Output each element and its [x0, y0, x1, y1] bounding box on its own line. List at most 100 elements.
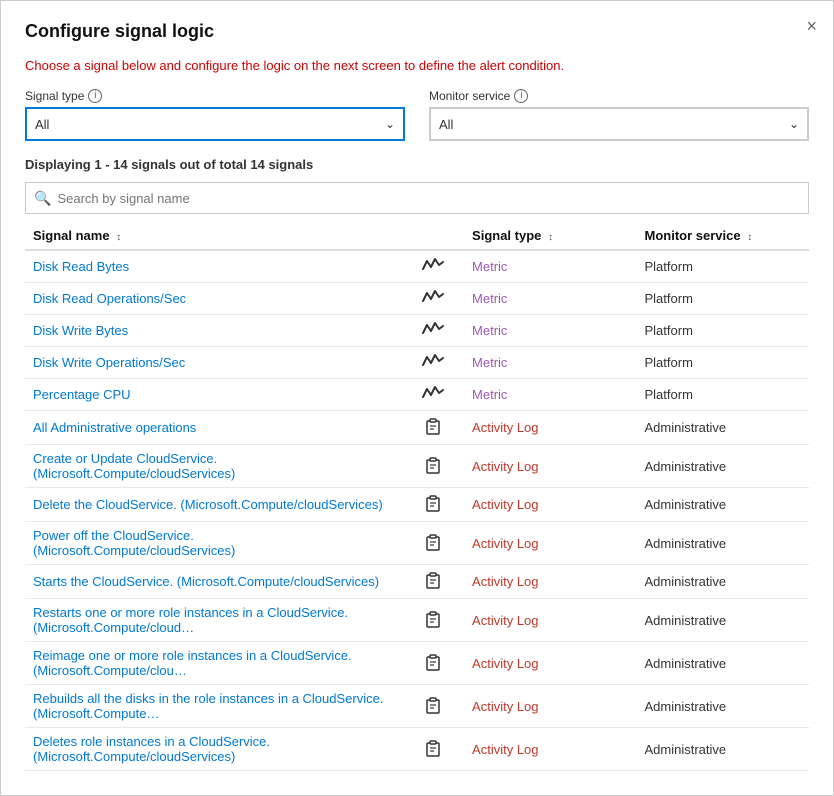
metric-icon — [401, 315, 464, 347]
signal-name-link[interactable]: Rebuilds all the disks in the role insta… — [33, 691, 383, 721]
signal-type-cell: Metric — [464, 379, 636, 411]
signal-type-cell: Activity Log — [464, 685, 636, 728]
signal-type-cell: Activity Log — [464, 445, 636, 488]
table-row[interactable]: Disk Read Bytes MetricPlatform — [25, 250, 809, 283]
monitor-service-cell: Platform — [637, 283, 810, 315]
search-box: 🔍 — [25, 182, 809, 214]
signal-name-link[interactable]: Percentage CPU — [33, 387, 131, 402]
table-row[interactable]: Percentage CPU MetricPlatform — [25, 379, 809, 411]
monitor-service-cell: Administrative — [637, 522, 810, 565]
monitor-service-cell: Administrative — [637, 599, 810, 642]
displaying-count: Displaying 1 - 14 signals out of total 1… — [25, 157, 809, 172]
activity-log-clipboard-icon — [424, 739, 442, 757]
signal-type-cell: Activity Log — [464, 728, 636, 771]
activity-log-icon — [401, 728, 464, 771]
activity-log-icon — [401, 411, 464, 445]
monitor-service-cell: Administrative — [637, 685, 810, 728]
table-row[interactable]: Create or Update CloudService. (Microsof… — [25, 445, 809, 488]
monitor-service-sort-icon[interactable]: ↕ — [747, 232, 752, 243]
filter-row: Signal type i All Metric Activity Log ⌄ … — [25, 89, 809, 141]
signal-type-cell: Activity Log — [464, 411, 636, 445]
signal-name-link[interactable]: Disk Write Bytes — [33, 323, 128, 338]
signal-name-link[interactable]: All Administrative operations — [33, 420, 196, 435]
monitor-service-cell: Platform — [637, 250, 810, 283]
activity-log-icon — [401, 522, 464, 565]
metric-wave-icon — [422, 321, 444, 337]
metric-wave-icon — [422, 353, 444, 369]
signal-type-cell: Activity Log — [464, 522, 636, 565]
table-row[interactable]: Starts the CloudService. (Microsoft.Comp… — [25, 565, 809, 599]
monitor-service-info-icon[interactable]: i — [514, 89, 528, 103]
activity-log-icon — [401, 488, 464, 522]
signal-type-select[interactable]: All Metric Activity Log — [27, 109, 403, 139]
signal-name-sort-icon[interactable]: ↕ — [116, 232, 121, 243]
col-header-signal-type: Signal type ↕ — [464, 222, 636, 250]
monitor-service-cell: Administrative — [637, 642, 810, 685]
activity-log-icon — [401, 445, 464, 488]
signal-name-link[interactable]: Disk Read Bytes — [33, 259, 129, 274]
signal-type-label: Signal type i — [25, 89, 405, 103]
signals-table: Signal name ↕ Signal type ↕ Monitor serv… — [25, 222, 809, 771]
table-row[interactable]: Disk Read Operations/Sec MetricPlatform — [25, 283, 809, 315]
activity-log-icon — [401, 565, 464, 599]
table-row[interactable]: Power off the CloudService. (Microsoft.C… — [25, 522, 809, 565]
activity-log-clipboard-icon — [424, 456, 442, 474]
table-row[interactable]: Reimage one or more role instances in a … — [25, 642, 809, 685]
table-row[interactable]: Rebuilds all the disks in the role insta… — [25, 685, 809, 728]
metric-wave-icon — [422, 385, 444, 401]
table-row[interactable]: Disk Write Bytes MetricPlatform — [25, 315, 809, 347]
col-header-monitor-service: Monitor service ↕ — [637, 222, 810, 250]
dialog-title: Configure signal logic — [25, 21, 809, 42]
signal-type-cell: Activity Log — [464, 488, 636, 522]
table-row[interactable]: All Administrative operations Activity L… — [25, 411, 809, 445]
activity-log-clipboard-icon — [424, 696, 442, 714]
table-row[interactable]: Disk Write Operations/Sec MetricPlatform — [25, 347, 809, 379]
table-row[interactable]: Delete the CloudService. (Microsoft.Comp… — [25, 488, 809, 522]
search-input[interactable] — [57, 191, 800, 206]
signal-name-link[interactable]: Disk Write Operations/Sec — [33, 355, 185, 370]
signal-name-link[interactable]: Create or Update CloudService. (Microsof… — [33, 451, 235, 481]
signal-type-cell: Activity Log — [464, 599, 636, 642]
metric-icon — [401, 250, 464, 283]
signal-type-cell: Activity Log — [464, 565, 636, 599]
signal-name-link[interactable]: Deletes role instances in a CloudService… — [33, 734, 270, 764]
activity-log-clipboard-icon — [424, 571, 442, 589]
activity-log-clipboard-icon — [424, 653, 442, 671]
search-icon: 🔍 — [34, 190, 51, 207]
monitor-service-select-wrapper: All Platform Administrative ⌄ — [429, 107, 809, 141]
metric-wave-icon — [422, 257, 444, 273]
dialog-description: Choose a signal below and configure the … — [25, 58, 809, 73]
metric-icon — [401, 347, 464, 379]
signal-name-link[interactable]: Power off the CloudService. (Microsoft.C… — [33, 528, 235, 558]
activity-log-icon — [401, 599, 464, 642]
signal-type-info-icon[interactable]: i — [88, 89, 102, 103]
signal-name-link[interactable]: Disk Read Operations/Sec — [33, 291, 186, 306]
close-button[interactable]: × — [806, 17, 817, 35]
signal-name-link[interactable]: Restarts one or more role instances in a… — [33, 605, 348, 635]
monitor-service-cell: Platform — [637, 347, 810, 379]
activity-log-clipboard-icon — [424, 417, 442, 435]
table-row[interactable]: Deletes role instances in a CloudService… — [25, 728, 809, 771]
signal-type-cell: Activity Log — [464, 642, 636, 685]
monitor-service-group: Monitor service i All Platform Administr… — [429, 89, 809, 141]
configure-signal-logic-dialog: Configure signal logic × Choose a signal… — [0, 0, 834, 796]
metric-icon — [401, 379, 464, 411]
activity-log-icon — [401, 685, 464, 728]
monitor-service-select[interactable]: All Platform Administrative — [431, 109, 807, 139]
monitor-service-cell: Platform — [637, 315, 810, 347]
metric-wave-icon — [422, 289, 444, 305]
col-header-signal-name: Signal name ↕ — [25, 222, 401, 250]
activity-log-clipboard-icon — [424, 494, 442, 512]
activity-log-clipboard-icon — [424, 533, 442, 551]
signal-type-cell: Metric — [464, 315, 636, 347]
monitor-service-cell: Administrative — [637, 728, 810, 771]
monitor-service-cell: Administrative — [637, 445, 810, 488]
activity-log-icon — [401, 642, 464, 685]
signal-name-link[interactable]: Reimage one or more role instances in a … — [33, 648, 352, 678]
signal-name-link[interactable]: Delete the CloudService. (Microsoft.Comp… — [33, 497, 383, 512]
table-row[interactable]: Restarts one or more role instances in a… — [25, 599, 809, 642]
metric-icon — [401, 283, 464, 315]
signal-type-select-wrapper: All Metric Activity Log ⌄ — [25, 107, 405, 141]
signal-name-link[interactable]: Starts the CloudService. (Microsoft.Comp… — [33, 574, 379, 589]
signal-type-sort-icon[interactable]: ↕ — [548, 232, 553, 243]
